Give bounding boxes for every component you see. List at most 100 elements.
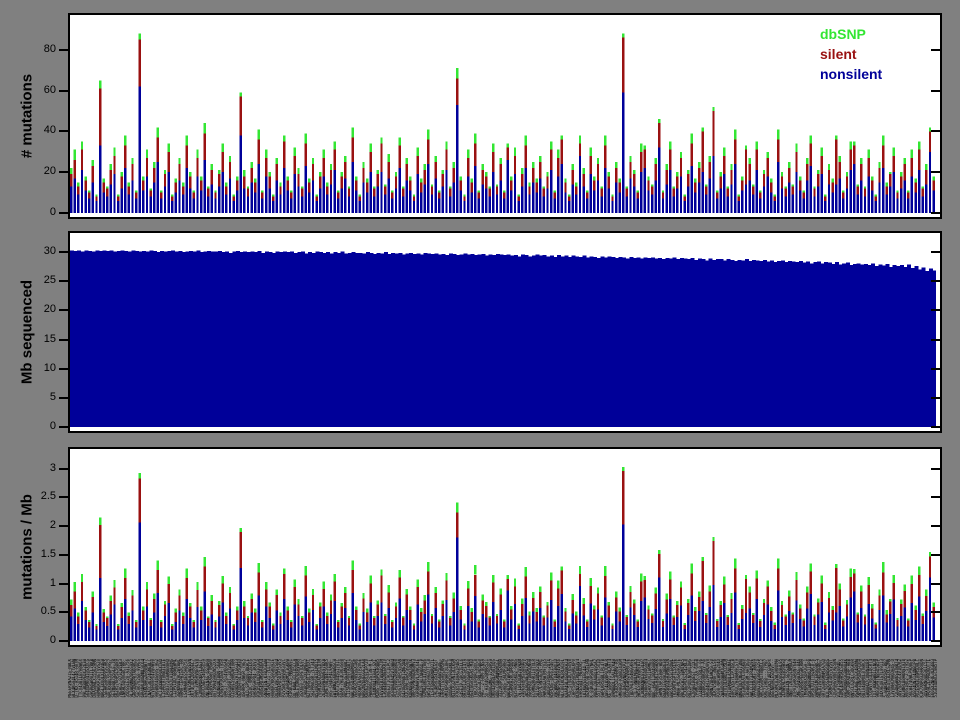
bar-segment-nonsilent [171,201,173,213]
y-tick-right [931,171,940,173]
bar-segment-mb sequenced [380,253,384,427]
bar-segment-silent [712,111,714,156]
bar-segment-dbsnp [135,191,137,193]
bar-segment-dbsnp [330,595,332,601]
bar-segment-nonsilent [889,186,891,213]
bar-segment-mb sequenced [799,261,803,427]
bar-segment-nonsilent [604,168,606,213]
bar-segment-nonsilent [593,619,595,641]
bar-segment-silent [528,186,530,194]
bar-segment-dbsnp [323,581,325,589]
bar-segment-mb sequenced [70,250,74,427]
bar-segment-dbsnp [543,616,545,618]
bar-segment-nonsilent [160,628,162,641]
bar-segment-dbsnp [106,186,108,188]
bar-segment-dbsnp [575,182,577,186]
bar-segment-mb sequenced [564,256,568,427]
bar-segment-dbsnp [247,616,249,618]
bar-segment-nonsilent [478,627,480,641]
bar-segment-silent [839,589,841,605]
y-tick-left [59,130,68,132]
bar-segment-nonsilent [680,605,682,641]
bar-segment-nonsilent [665,184,667,213]
bar-segment-nonsilent [388,608,390,641]
bar-segment-silent [323,158,325,176]
y-tick-left [59,212,68,214]
bar-segment-mb sequenced [398,253,402,427]
bar-segment-silent [185,578,187,599]
bar-segment-silent [514,586,516,604]
bar-segment-nonsilent [373,626,375,641]
bar-segment-dbsnp [694,178,696,182]
bar-segment-nonsilent [157,593,159,641]
bar-segment-dbsnp [600,186,602,188]
bar-segment-silent [438,193,440,199]
bar-segment-mb sequenced [828,263,832,427]
bar-segment-mb sequenced [878,264,882,427]
bar-segment-nonsilent [478,199,480,213]
bar-segment-silent [445,581,447,600]
bar-segment-silent [348,189,350,197]
bar-segment-nonsilent [698,611,700,641]
bar-segment-dbsnp [204,557,206,567]
bar-segment-nonsilent [236,191,238,213]
bar-segment-nonsilent [287,191,289,213]
bar-segment-silent [449,189,451,197]
bar-segment-mb sequenced [297,252,301,427]
bar-segment-nonsilent [117,201,119,213]
bar-segment-mb sequenced [164,252,168,427]
bar-segment-nonsilent [846,617,848,641]
bar-segment-nonsilent [424,184,426,213]
bar-segment-silent [853,146,855,164]
bar-segment-nonsilent [308,193,310,213]
bar-segment-nonsilent [160,199,162,213]
bar-segment-mb sequenced [369,253,373,427]
bar-segment-nonsilent [499,180,501,213]
bar-segment-dbsnp [362,593,364,599]
bar-segment-mb sequenced [922,267,926,427]
bar-segment-dbsnp [860,158,862,164]
bar-segment-dbsnp [225,182,227,186]
bar-segment-silent [932,180,934,190]
bar-segment-mb sequenced [366,252,370,427]
bar-segment-dbsnp [74,150,76,160]
bar-segment-dbsnp [806,586,808,592]
bar-segment-nonsilent [698,182,700,213]
bar-segment-mb sequenced [669,259,673,427]
bar-segment-nonsilent [539,608,541,641]
bar-segment-dbsnp [196,582,198,590]
bar-segment-silent [788,168,790,182]
bar-segment-dbsnp [799,605,801,609]
bar-segment-dbsnp [102,178,104,182]
bar-segment-nonsilent [261,628,263,641]
bar-segment-nonsilent [871,619,873,642]
bar-segment-nonsilent [629,608,631,641]
bar-segment-dbsnp [121,603,123,607]
bar-segment-mb sequenced [362,253,366,427]
bar-segment-silent [171,626,173,630]
y-tick-right [931,397,940,399]
bar-segment-dbsnp [398,570,400,578]
bar-segment-dbsnp [665,593,667,599]
bar-segment-silent [189,607,191,618]
bar-segment-dbsnp [633,170,635,174]
y-tick-label: 2 [16,519,56,531]
bar-segment-silent [287,610,289,620]
bar-segment-silent [236,180,238,190]
y-tick-left [59,171,68,173]
bar-segment-silent [74,592,76,609]
bar-segment-silent [92,166,94,182]
bar-segment-silent [254,182,256,192]
bar-segment-nonsilent [243,189,245,213]
bar-segment-mb sequenced [99,251,103,427]
bar-segment-nonsilent [402,625,404,641]
bar-segment-nonsilent [167,172,169,213]
y-tick-label: 30 [16,245,56,257]
bar-segment-mb sequenced [503,255,507,427]
bar-segment-dbsnp [471,178,473,182]
bar-segment-nonsilent [431,624,433,641]
y-tick-label: 2.5 [16,490,56,502]
bar-segment-nonsilent [77,624,79,641]
bar-segment-nonsilent [471,622,473,641]
bar-segment-silent [535,612,537,622]
